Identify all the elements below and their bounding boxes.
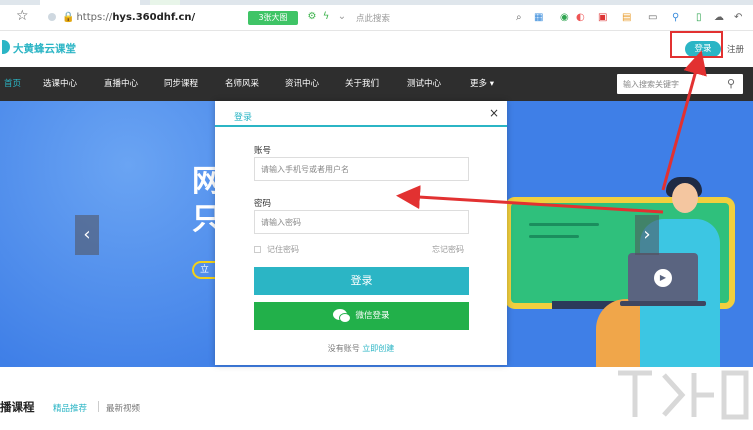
submit-login-button[interactable]: 登录 [254, 267, 469, 295]
nav-item-live-center[interactable]: 直播中心 [104, 67, 138, 101]
search-hint[interactable]: 点此搜索 [356, 12, 390, 24]
url-scheme: https:// [76, 12, 113, 23]
star-icon[interactable]: ☆ [16, 8, 29, 24]
adblock-icon[interactable]: ▣ [598, 11, 607, 24]
search-input[interactable] [617, 74, 713, 94]
checkbox-icon[interactable] [254, 246, 261, 253]
main-nav: 首页 选课中心 直播中心 同步课程 名师风采 资讯中心 关于我们 测试中心 更多… [0, 67, 753, 101]
shield-icon [48, 13, 56, 21]
forgot-password-link[interactable]: 忘记密码 [432, 244, 464, 255]
site-header: 大黄蜂云课堂 登录 注册 [0, 31, 753, 65]
nav-item-test-center[interactable]: 测试中心 [407, 67, 441, 101]
chevron-down-icon[interactable]: ⌄ [336, 11, 348, 23]
annotation-highlight-box [670, 31, 723, 58]
search-icon[interactable]: ⌕ [516, 11, 522, 24]
watermark-logo [618, 370, 749, 420]
password-input[interactable] [255, 211, 468, 233]
nav-item-more[interactable]: 更多 ▾ [470, 67, 494, 101]
lightning-icon[interactable]: ϟ [320, 11, 332, 23]
circle-icon[interactable]: ◉ [560, 11, 569, 24]
password-label: 密码 [254, 199, 272, 209]
apps-icon[interactable]: ▦ [534, 11, 543, 24]
carousel-prev-button[interactable]: ‹ [75, 215, 99, 255]
account-label: 账号 [254, 146, 272, 156]
nav-item-home[interactable]: 首页 [4, 67, 21, 101]
tab-divider [98, 401, 99, 412]
tab-latest-videos[interactable]: 最新视频 [106, 402, 140, 414]
signup-prompt: 没有账号 立即创建 [215, 343, 507, 354]
logo-icon [2, 40, 10, 54]
wechat-login-button[interactable]: 微信登录 [254, 302, 469, 330]
browser-address-bar: ☆ 🔒 https://hys.360dhf.cn/ 3张大图 ⚙ ϟ ⌄ 点此搜… [0, 5, 753, 31]
site-logo[interactable]: 大黄蜂云课堂 [13, 41, 76, 56]
play-icon: ▶ [654, 269, 672, 287]
undo-icon[interactable]: ↶ [734, 11, 742, 24]
account-input[interactable] [255, 158, 468, 180]
gear-icon[interactable]: ⚙ [306, 11, 318, 23]
cloud-icon[interactable]: ☁ [714, 11, 724, 24]
section-title: 播课程 [0, 400, 35, 414]
nav-item-about[interactable]: 关于我们 [345, 67, 379, 101]
window-icon[interactable]: ▭ [648, 11, 657, 24]
url-field[interactable]: 🔒 https://hys.360dhf.cn/ [48, 9, 238, 27]
wechat-login-label: 微信登录 [355, 311, 390, 321]
close-icon[interactable]: × [489, 106, 499, 120]
no-account-text: 没有账号 [327, 344, 360, 353]
tab-recommended[interactable]: 精品推荐 [53, 402, 87, 414]
nav-item-course-center[interactable]: 选课中心 [43, 67, 77, 101]
clipboard-icon[interactable]: ▯ [696, 11, 702, 24]
create-account-link[interactable]: 立即创建 [362, 344, 394, 353]
laptop-illustration: ▶ [628, 253, 698, 303]
modal-header: 登录 × [215, 101, 507, 127]
url-host: hys.360dhf.cn/ [112, 12, 196, 23]
extension-icon[interactable]: ◐ [576, 11, 585, 24]
lock-icon: 🔒 [62, 12, 75, 23]
wechat-icon [333, 309, 352, 323]
site-search: ⚲ [617, 74, 743, 94]
login-modal: 登录 × 账号 密码 记住密码 忘记密码 登录 微信登录 没有账号 立即创建 [215, 101, 507, 365]
nav-item-teachers[interactable]: 名师风采 [225, 67, 259, 101]
carousel-next-button[interactable]: › [635, 215, 659, 255]
big-image-button[interactable]: 3张大图 [248, 11, 298, 25]
register-link[interactable]: 注册 [727, 43, 744, 55]
account-field-wrapper [254, 157, 469, 181]
remember-password-label: 记住密码 [267, 245, 299, 254]
password-field-wrapper [254, 210, 469, 234]
search-icon[interactable]: ⚲ [727, 77, 735, 90]
zoom-icon[interactable]: ⚲ [672, 11, 679, 24]
modal-title: 登录 [234, 113, 253, 123]
remember-password-checkbox[interactable]: 记住密码 [254, 244, 299, 255]
nav-item-sync-courses[interactable]: 同步课程 [164, 67, 198, 101]
nav-item-news[interactable]: 资讯中心 [285, 67, 319, 101]
image-icon[interactable]: ▤ [622, 11, 631, 24]
